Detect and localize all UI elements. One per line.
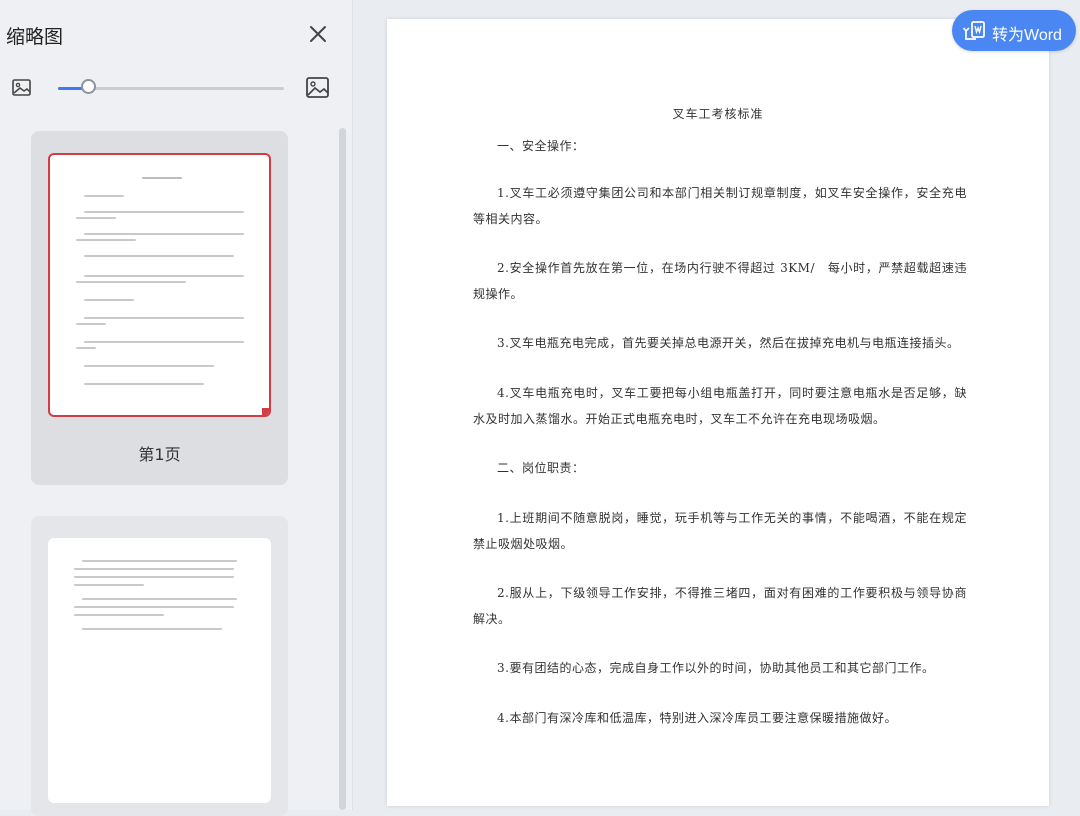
document-page: 叉车工考核标准 一、安全操作： 1.叉车工必须遵守集团公司和本部门相关制订规章制… xyxy=(387,19,1049,806)
image-small-icon[interactable] xyxy=(11,78,33,98)
paragraph: 4.本部门有深冷库和低温库，特别进入深冷库员工要注意保暖措施做好。 xyxy=(497,711,897,725)
paragraph: 3.叉车电瓶充电完成，首先要关掉总电源开关，然后在拔掉充电机与电瓶连接插头。 xyxy=(497,336,960,350)
section-heading-safety: 一、安全操作： xyxy=(497,139,585,153)
close-icon[interactable] xyxy=(304,20,332,48)
thumbnail-page-preview xyxy=(48,153,271,417)
section-heading-duties: 二、岗位职责： xyxy=(497,461,585,475)
convert-to-word-label: 转为Word xyxy=(992,27,1062,44)
zoom-slider-handle[interactable] xyxy=(80,79,96,94)
thumbnail-page-2[interactable] xyxy=(31,516,288,816)
thumbnail-page-preview xyxy=(48,538,271,803)
paragraph: 1.叉车工必须遵守集团公司和本部门相关制订规章制度，如叉车安全操作，安全充电等相… xyxy=(473,186,967,226)
paragraph: 4.叉车电瓶充电时，叉车工要把每小组电瓶盖打开，同时要注意电瓶水是否足够，缺水及… xyxy=(473,386,967,426)
paragraph: 1.上班期间不随意脱岗，睡觉，玩手机等与工作无关的事情，不能喝酒，不能在规定禁止… xyxy=(473,511,967,551)
paragraph: 2.服从上，下级领导工作安排，不得推三堵四，面对有困难的工作要积极与领导协商解决… xyxy=(473,586,967,626)
convert-to-word-icon xyxy=(962,19,987,43)
thumbnail-label: 第1页 xyxy=(138,445,181,464)
zoom-slider[interactable] xyxy=(58,79,284,94)
convert-to-word-button[interactable]: 转为Word xyxy=(952,10,1076,51)
document-title: 叉车工考核标准 xyxy=(672,107,764,121)
thumbnail-page-1[interactable]: 第1页 xyxy=(31,131,288,485)
panel-title: 缩略图 xyxy=(6,26,64,48)
selection-corner-marker xyxy=(262,408,269,415)
thumbnail-panel: 缩略图 第1页 xyxy=(0,0,353,816)
paragraph: 3.要有团结的心态，完成自身工作以外的时间，协助其他员工和其它部门工作。 xyxy=(497,661,935,675)
image-large-icon[interactable] xyxy=(305,76,331,100)
paragraph: 2.安全操作首先放在第一位，在场内行驶不得超过 3KM/ 每小时，严禁超载超速违… xyxy=(473,261,967,301)
thumbnail-scrollbar[interactable] xyxy=(339,128,346,810)
